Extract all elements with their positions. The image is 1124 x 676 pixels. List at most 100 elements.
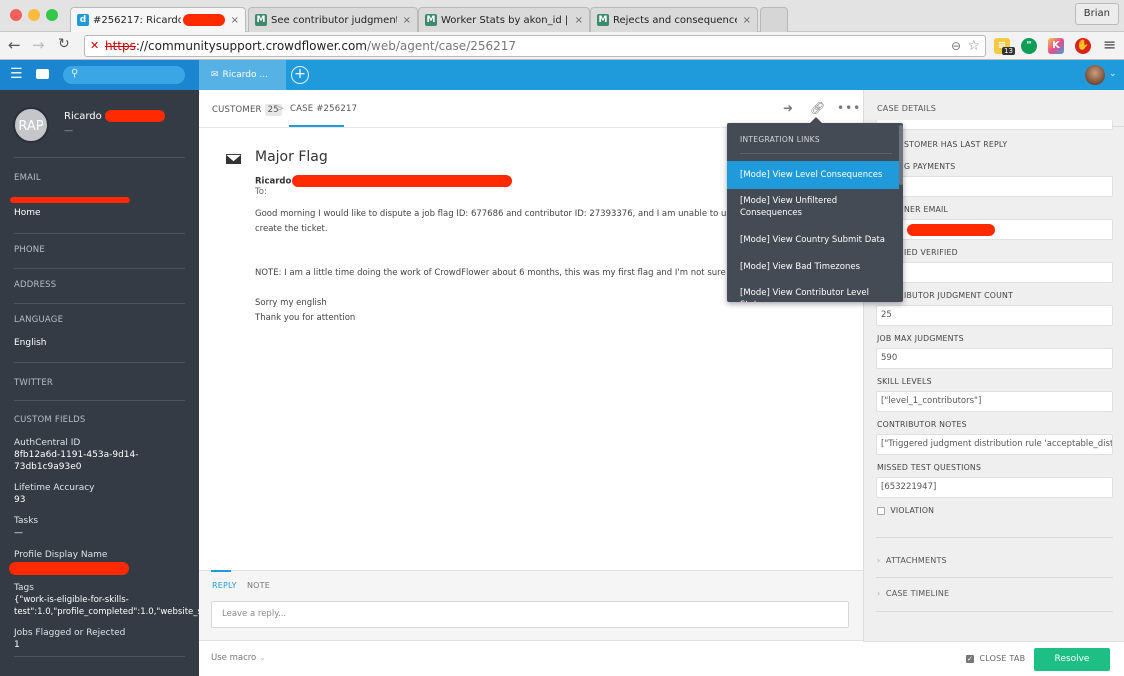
- case-timeline-section-toggle[interactable]: › CASE TIMELINE: [877, 589, 949, 598]
- menu-item-label: [Mode] View Unfiltered: [740, 196, 838, 206]
- search-input[interactable]: ⚲: [63, 66, 185, 84]
- custom-field-value: 8fb12a6d-1191-453a-9d14-: [14, 450, 139, 460]
- divider: [14, 157, 185, 158]
- redaction: [292, 175, 513, 187]
- app-header: ☰ ⚲ ✉ Ricardo ... + ⌄: [0, 60, 1124, 90]
- browser-toolbar: ← → ↻ ✕ https://communitysupport.crowdfl…: [0, 32, 1124, 60]
- close-tab-icon[interactable]: ×: [737, 15, 751, 26]
- field-label-contributor-notes: CONTRIBUTOR NOTES: [877, 420, 967, 429]
- identified-verified-input[interactable]: [876, 262, 1113, 283]
- close-tab-icon[interactable]: ×: [397, 15, 411, 26]
- job-owner-email-input[interactable]: [876, 219, 1113, 240]
- hangouts-icon[interactable]: ": [1021, 38, 1037, 54]
- tab-title: Worker Stats by akon_id |: [441, 14, 569, 26]
- address-label[interactable]: ADDRESS: [14, 280, 56, 290]
- reply-input[interactable]: Leave a reply...: [211, 601, 849, 628]
- minimize-window-button[interactable]: [28, 9, 40, 21]
- url-host: ://communitysupport.crowdflower.com: [135, 39, 367, 53]
- redaction: [10, 197, 130, 203]
- url-scheme: https: [105, 39, 136, 53]
- message-from: Ricardo: [255, 175, 513, 187]
- menu-item-bad-timezones[interactable]: [Mode] View Bad Timezones: [727, 261, 899, 273]
- custom-field-value: {"work-is-eligible-for-skills-: [14, 595, 129, 605]
- profile-button[interactable]: Brian: [1074, 3, 1119, 25]
- field-label-job-owner-email: NER EMAIL: [904, 205, 949, 214]
- reload-icon[interactable]: ↻: [58, 36, 70, 52]
- address-bar[interactable]: ✕ https://communitysupport.crowdflower.c…: [84, 35, 986, 57]
- violation-checkbox[interactable]: [877, 507, 885, 515]
- menu-item-unfiltered-consequences[interactable]: [Mode] View Unfiltered Consequences: [727, 195, 899, 219]
- case-footer: ✓ CLOSE TAB Resolve: [863, 641, 1124, 676]
- browser-tab-worker-stats[interactable]: M Worker Stats by akon_id | ×: [418, 7, 590, 32]
- attachments-label: ATTACHMENTS: [885, 556, 947, 565]
- use-macro-label: Use macro: [211, 653, 257, 663]
- browser-tab-strip: d #256217: Ricardo × M See contributor j…: [0, 0, 1124, 32]
- message-body-line: NOTE: I am a little time doing the work …: [255, 268, 763, 278]
- extension-k-icon[interactable]: K: [1048, 38, 1064, 54]
- link-icon[interactable]: 🔗︎: [810, 101, 825, 115]
- chevron-down-icon[interactable]: ⌄: [1109, 69, 1117, 79]
- desk-favicon-icon: d: [77, 14, 89, 26]
- browser-tab-contributor-judgments[interactable]: M See contributor judgments ×: [248, 7, 418, 32]
- envelope-icon: ✉: [211, 70, 219, 80]
- maximize-window-button[interactable]: [46, 9, 58, 21]
- inbox-icon[interactable]: [36, 69, 49, 79]
- email-type: Home: [14, 208, 41, 218]
- breadcrumb-customer[interactable]: CUSTOMER 25: [212, 104, 282, 116]
- missed-test-questions-input[interactable]: [653221947]: [876, 477, 1113, 498]
- browser-tab-case[interactable]: d #256217: Ricardo ×: [70, 7, 246, 32]
- contributor-judgment-count-input[interactable]: 25: [876, 305, 1113, 326]
- forward-case-icon[interactable]: ➜: [783, 101, 793, 115]
- email-label: EMAIL: [14, 173, 41, 183]
- tab-note[interactable]: NOTE: [247, 581, 270, 590]
- browser-tab-rejects[interactable]: M Rejects and consequences ×: [590, 7, 758, 32]
- open-case-tab[interactable]: ✉ Ricardo ...: [199, 60, 286, 90]
- menu-item-country-submit-data[interactable]: [Mode] View Country Submit Data: [727, 234, 899, 246]
- tab-reply[interactable]: REPLY: [212, 581, 237, 590]
- divider: [14, 233, 185, 234]
- tab-title: Rejects and consequences: [613, 14, 737, 26]
- zoom-icon[interactable]: ⊖: [951, 36, 961, 56]
- field-label-pending-payments: G PAYMENTS: [904, 162, 956, 171]
- add-tab-button[interactable]: +: [291, 66, 309, 84]
- twitter-label[interactable]: TWITTER: [14, 378, 53, 388]
- back-icon[interactable]: ←: [8, 36, 21, 54]
- menu-icon[interactable]: ☰: [10, 66, 23, 82]
- phone-label[interactable]: PHONE: [14, 245, 45, 255]
- language-value[interactable]: English: [14, 338, 47, 348]
- skill-levels-input[interactable]: ["level_1_contributors"]: [876, 391, 1113, 412]
- language-label: LANGUAGE: [14, 315, 64, 325]
- resolve-button[interactable]: Resolve: [1034, 648, 1110, 671]
- pending-payments-input[interactable]: [876, 176, 1113, 197]
- chevron-down-icon: ⌄: [258, 653, 267, 663]
- close-tab-icon[interactable]: ×: [225, 15, 239, 26]
- close-tab-label: CLOSE TAB: [979, 654, 1026, 663]
- menu-scrollbar[interactable]: [899, 125, 903, 185]
- field-input[interactable]: [876, 120, 1113, 130]
- agent-avatar[interactable]: [1085, 65, 1105, 85]
- menu-item-contributor-level-stats[interactable]: [Mode] View Contributor Level Stats: [727, 287, 899, 302]
- close-tab-option[interactable]: ✓ CLOSE TAB: [966, 654, 1025, 663]
- url-path: /web/agent/case/256217: [367, 39, 517, 53]
- mode-favicon-icon: M: [597, 14, 609, 26]
- violation-checkbox-row[interactable]: VIOLATION: [877, 506, 934, 515]
- close-tab-checkbox[interactable]: ✓: [966, 654, 974, 663]
- use-macro-dropdown[interactable]: Use macro ⌄: [211, 653, 266, 663]
- menu-item-level-consequences[interactable]: [Mode] View Level Consequences: [727, 161, 899, 189]
- redaction: [9, 562, 129, 575]
- forward-icon[interactable]: →: [32, 36, 45, 54]
- customer-name: Ricardo: [64, 110, 165, 122]
- bookmark-star-icon[interactable]: ☆: [967, 36, 980, 56]
- custom-fields-label: CUSTOM FIELDS: [14, 415, 86, 425]
- contributor-notes-input[interactable]: ["Triggered judgment distribution rule '…: [876, 434, 1113, 455]
- close-window-button[interactable]: [10, 9, 22, 21]
- breadcrumb-case[interactable]: CASE #256217: [290, 104, 357, 114]
- attachments-section-toggle[interactable]: › ATTACHMENTS: [877, 556, 947, 565]
- more-options-icon[interactable]: •••: [837, 101, 861, 115]
- adblock-icon[interactable]: ✋: [1075, 38, 1091, 54]
- close-tab-icon[interactable]: ×: [569, 15, 583, 26]
- mode-favicon-icon: M: [425, 14, 437, 26]
- browser-menu-icon[interactable]: ≡: [1103, 35, 1116, 54]
- job-max-judgments-input[interactable]: 590: [876, 348, 1113, 369]
- new-tab-button[interactable]: [760, 7, 788, 32]
